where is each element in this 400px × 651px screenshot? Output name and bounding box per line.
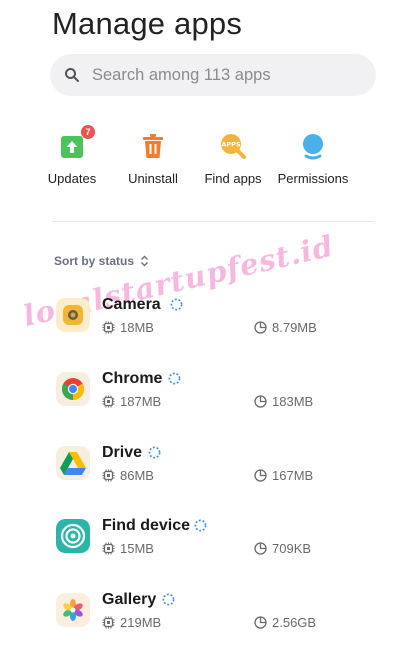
storage-stat: 15MB: [102, 541, 154, 556]
loading-icon: [148, 446, 161, 459]
data-stat: 2.56GB: [254, 615, 316, 630]
gallery-app-icon: [56, 593, 90, 627]
chrome-app-icon: [56, 372, 90, 406]
updates-button[interactable]: 7 Updates: [32, 125, 112, 186]
data-size: 167MB: [272, 468, 314, 483]
app-size: 15MB: [120, 541, 154, 556]
find-device-app-icon: [56, 519, 90, 553]
quick-actions: 7 Updates Uninstall APPS Find apps Permi…: [48, 125, 382, 200]
divider: [52, 221, 374, 222]
loading-icon: [162, 593, 175, 606]
storage-stat: 18MB: [102, 320, 154, 335]
data-stat: 167MB: [254, 468, 313, 483]
pie-chart-icon: [254, 616, 267, 629]
app-name: Gallery: [102, 591, 157, 608]
loading-icon: [194, 519, 207, 532]
sort-label: Sort by status: [54, 254, 135, 268]
app-item-find-device[interactable]: Find device 15MB 709KB: [56, 517, 386, 577]
permissions-icon: [297, 130, 329, 162]
app-size: 18MB: [120, 320, 154, 335]
loading-icon: [170, 298, 183, 311]
data-size: 709KB: [272, 541, 312, 556]
chip-icon: [102, 542, 115, 555]
search-icon: [65, 68, 79, 82]
app-name: Chrome: [102, 370, 163, 387]
app-size: 219MB: [120, 615, 162, 630]
find-apps-button[interactable]: APPS Find apps: [193, 130, 273, 186]
pie-chart-icon: [254, 469, 267, 482]
app-size: 86MB: [120, 468, 154, 483]
app-item-chrome[interactable]: Chrome 187MB 183MB: [56, 370, 386, 430]
trash-icon: [137, 130, 169, 162]
storage-stat: 219MB: [102, 615, 161, 630]
updates-icon: 7: [56, 125, 95, 162]
storage-stat: 86MB: [102, 468, 154, 483]
page-title: Manage apps: [52, 6, 243, 41]
search-bar[interactable]: Search among 113 apps: [50, 54, 376, 96]
permissions-label: Permissions: [277, 171, 349, 186]
chip-icon: [102, 616, 115, 629]
permissions-button[interactable]: Permissions: [273, 130, 353, 186]
pie-chart-icon: [254, 395, 267, 408]
updates-badge: 7: [81, 125, 95, 139]
app-name: Find device: [102, 517, 191, 534]
sort-by-status-button[interactable]: Sort by status: [54, 254, 149, 268]
data-size: 183MB: [272, 394, 314, 409]
search-input[interactable]: Search among 113 apps: [92, 66, 271, 85]
app-item-camera[interactable]: Camera 18MB 8.79MB: [56, 296, 386, 356]
data-size: 8.79MB: [272, 320, 317, 335]
app-name: Drive: [102, 444, 143, 461]
app-item-drive[interactable]: Drive 86MB 167MB: [56, 444, 386, 504]
find-apps-icon: APPS: [217, 130, 249, 162]
chip-icon: [102, 321, 115, 334]
updates-label: Updates: [47, 171, 97, 186]
data-stat: 709KB: [254, 541, 311, 556]
app-name: Camera: [102, 296, 161, 313]
pie-chart-icon: [254, 542, 267, 555]
data-stat: 183MB: [254, 394, 313, 409]
app-size: 187MB: [120, 394, 162, 409]
camera-app-icon: [56, 298, 90, 332]
find-apps-label: Find apps: [204, 171, 262, 186]
svg-text:APPS: APPS: [221, 141, 241, 149]
drive-app-icon: [56, 446, 90, 480]
data-size: 2.56GB: [272, 615, 317, 630]
pie-chart-icon: [254, 321, 267, 334]
chip-icon: [102, 469, 115, 482]
data-stat: 8.79MB: [254, 320, 317, 335]
sort-chevron-icon: [141, 255, 149, 267]
app-item-gallery[interactable]: Gallery 219MB 2.56GB: [56, 591, 386, 651]
uninstall-label: Uninstall: [128, 171, 178, 186]
uninstall-button[interactable]: Uninstall: [113, 130, 193, 186]
storage-stat: 187MB: [102, 394, 161, 409]
chip-icon: [102, 395, 115, 408]
loading-icon: [168, 372, 181, 385]
